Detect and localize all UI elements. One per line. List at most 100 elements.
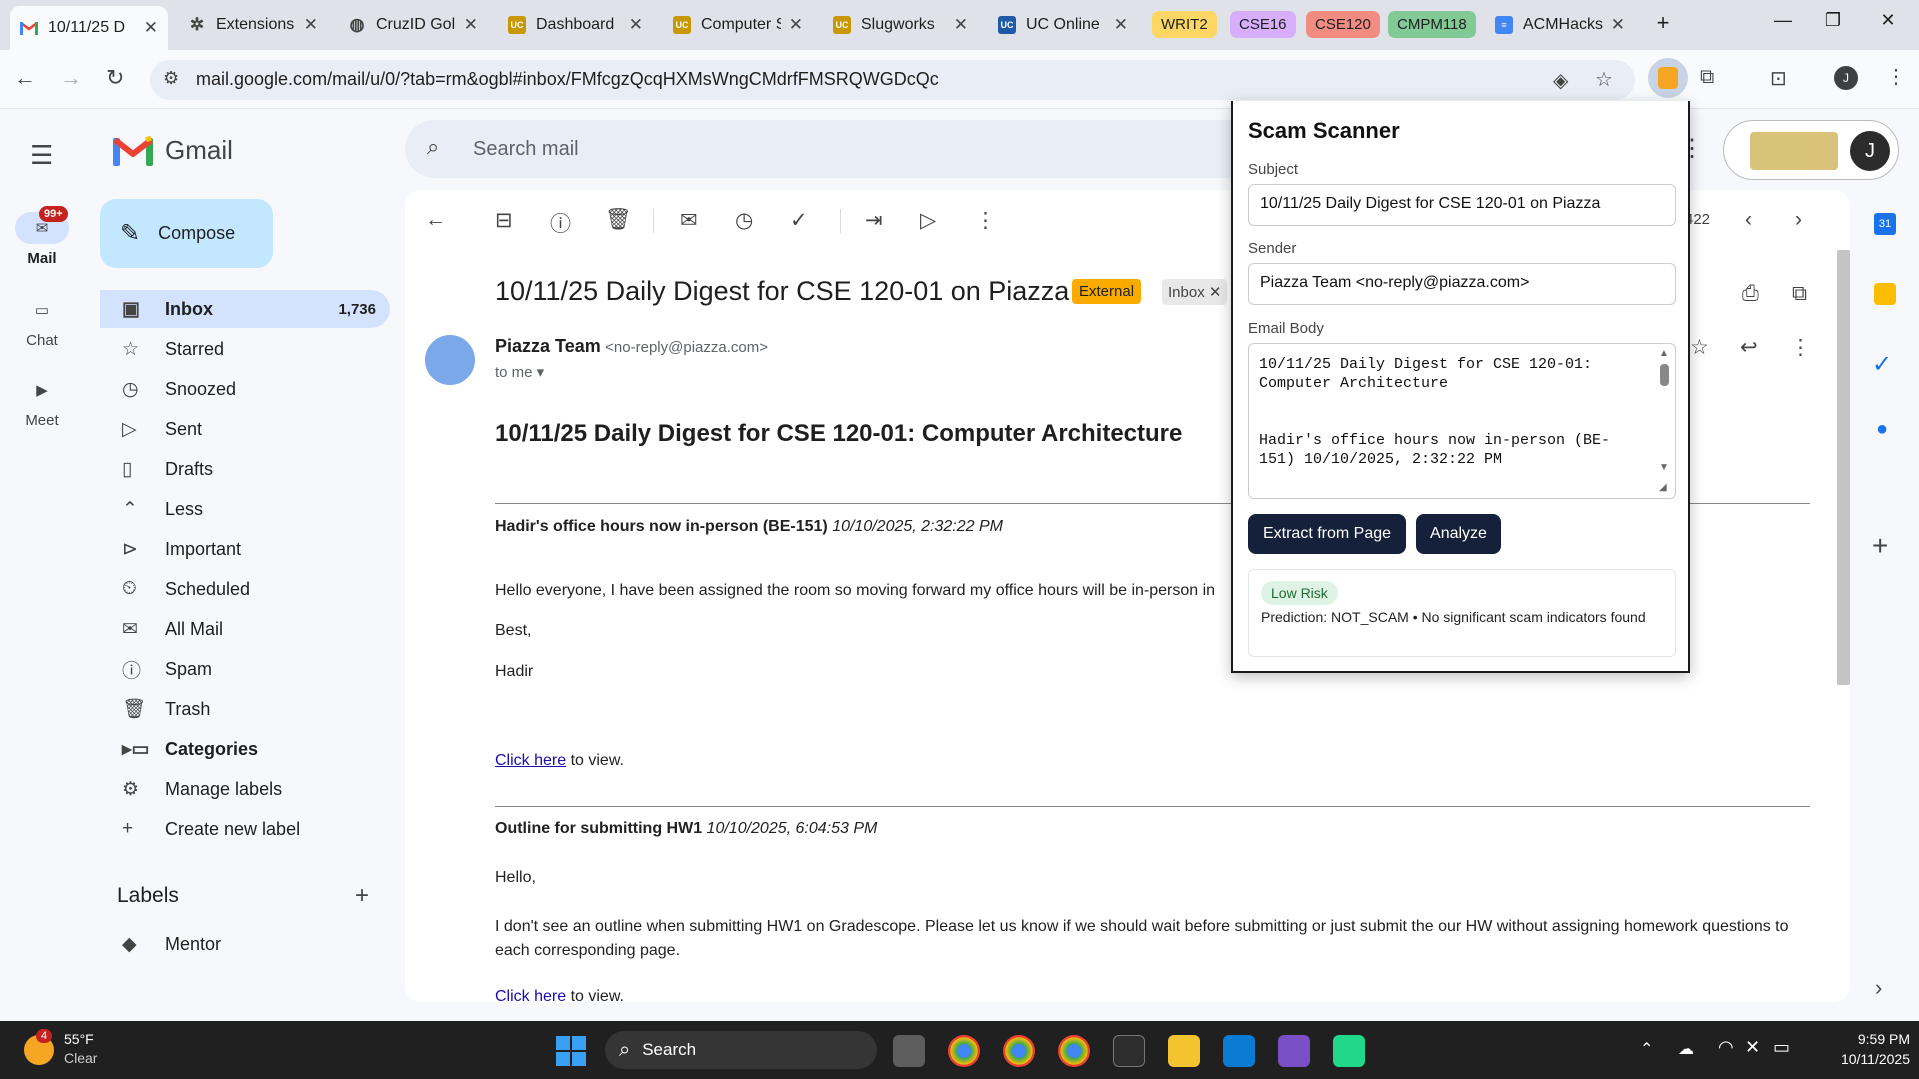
close-icon[interactable]: ✕ [1611, 15, 1625, 35]
minimize-icon[interactable]: — [1760, 10, 1806, 31]
cloud-icon[interactable]: ☁ [1678, 1039, 1694, 1059]
file-explorer-icon[interactable] [1168, 1035, 1200, 1067]
tab-acmhacks[interactable]: ≡ ACMHacks ✕ [1485, 7, 1635, 43]
extensions-puzzle-icon[interactable]: ⧉ [1700, 66, 1714, 89]
older-chevron-icon[interactable]: › [1795, 208, 1802, 232]
analyze-button[interactable]: Analyze [1416, 514, 1501, 554]
open-new-window-icon[interactable]: ⧉ [1792, 282, 1807, 306]
nav-inbox[interactable]: ▣ Inbox 1,736 [100, 290, 390, 328]
move-to-icon[interactable]: ⇥ [865, 208, 883, 233]
close-icon[interactable]: ✕ [954, 15, 968, 35]
bookmark-star-icon[interactable]: ☆ [1595, 67, 1613, 92]
close-icon[interactable]: ✕ [629, 15, 643, 35]
archive-icon[interactable]: ⊟ [495, 208, 513, 233]
nav-drafts[interactable]: ▯ Drafts [100, 450, 390, 488]
nav-starred[interactable]: ☆ Starred [100, 330, 390, 368]
more-icon[interactable]: ⋮ [1790, 335, 1811, 360]
subject-field[interactable]: 10/11/25 Daily Digest for CSE 120-01 on … [1248, 184, 1676, 226]
tab-extensions[interactable]: ✲ Extensions ✕ [178, 7, 328, 43]
rail-chat[interactable]: ▭ Chat [0, 294, 84, 349]
tab-group-cse16[interactable]: CSE16 [1230, 11, 1296, 38]
nav-create-label[interactable]: + Create new label [100, 810, 390, 848]
site-info-icon[interactable]: ⚙ [163, 68, 179, 89]
add-label-icon[interactable]: + [355, 882, 369, 910]
gmail-logo[interactable]: Gmail [113, 135, 233, 166]
tab-dashboard[interactable]: UC Dashboard ✕ [498, 7, 653, 43]
tab-uc-online[interactable]: UC UC Online ✕ [988, 7, 1138, 43]
body-textarea[interactable]: 10/11/25 Daily Digest for CSE 120-01: Co… [1248, 343, 1676, 499]
add-apps-icon[interactable]: + [1872, 530, 1888, 562]
taskbar-search[interactable]: ⌕ Search [605, 1031, 877, 1069]
chrome-profile-r-icon[interactable] [1058, 1035, 1090, 1067]
expand-panel-icon[interactable]: › [1875, 975, 1882, 1001]
rail-meet[interactable]: ▶ Meet [0, 374, 84, 429]
close-icon[interactable]: ✕ [1114, 15, 1128, 35]
print-icon[interactable]: ⎙ [1742, 282, 1759, 306]
account-chip[interactable]: J [1723, 120, 1899, 180]
terminal-icon[interactable] [1113, 1035, 1145, 1067]
recipient-line[interactable]: to me ▾ [495, 363, 544, 381]
compose-button[interactable]: ✎ Compose [100, 199, 273, 268]
restore-icon[interactable]: ❐ [1810, 10, 1856, 31]
clock-time[interactable]: 9:59 PM [1800, 1031, 1910, 1047]
chrome-profile-icon[interactable] [1003, 1035, 1035, 1067]
close-icon[interactable]: ✕ [789, 15, 803, 35]
account-avatar[interactable]: J [1850, 131, 1890, 171]
nav-sent[interactable]: ▷ Sent [100, 410, 390, 448]
scroll-up-icon[interactable]: ▲ [1659, 348, 1669, 359]
task-view-icon[interactable] [893, 1035, 925, 1067]
nav-all-mail[interactable]: ✉ All Mail [100, 610, 390, 648]
nav-spam[interactable]: ⓘ Spam [100, 650, 390, 688]
tab-cruzid[interactable]: ◍ CruzID Gol ✕ [338, 7, 488, 43]
back-icon[interactable]: ← [14, 65, 36, 91]
nav-less[interactable]: ⌃ Less [100, 490, 390, 528]
pycharm-icon[interactable] [1333, 1035, 1365, 1067]
tab-group-cse120[interactable]: CSE120 [1306, 11, 1380, 38]
calendar-icon[interactable]: 31 [1874, 213, 1896, 235]
new-tab-button[interactable]: + [1640, 10, 1686, 36]
snooze-icon[interactable]: ◷ [735, 208, 753, 233]
back-arrow-icon[interactable]: ← [425, 208, 446, 232]
close-icon[interactable]: ✕ [144, 18, 158, 38]
mute-icon[interactable]: ✕ [1745, 1037, 1760, 1058]
sender-field[interactable]: Piazza Team <no-reply@piazza.com> [1248, 263, 1676, 305]
url-text[interactable]: mail.google.com/mail/u/0/?tab=rm&ogbl#in… [196, 69, 939, 90]
mark-unread-icon[interactable]: ✉ [680, 208, 698, 233]
tab-group-cmpm118[interactable]: CMPM118 [1388, 11, 1476, 38]
scroll-down-icon[interactable]: ▼ [1659, 462, 1669, 473]
menu-dots-icon[interactable]: ⋮ [1886, 64, 1906, 89]
nav-scheduled[interactable]: ⏲ Scheduled [100, 570, 390, 608]
tray-chevron-icon[interactable]: ⌃ [1640, 1039, 1653, 1059]
tab-search-icon[interactable]: ⊡ [1770, 66, 1787, 91]
chrome-icon[interactable] [948, 1035, 980, 1067]
nav-snoozed[interactable]: ◷ Snoozed [100, 370, 390, 408]
inbox-tag[interactable]: Inbox ✕ [1162, 279, 1228, 305]
battery-icon[interactable]: ▭ [1773, 1037, 1790, 1058]
click-here-link[interactable]: Click here [495, 988, 566, 1002]
forward-icon[interactable]: → [60, 65, 82, 91]
extract-button[interactable]: Extract from Page [1248, 514, 1406, 554]
nav-manage-labels[interactable]: ⚙ Manage labels [100, 770, 390, 808]
star-icon[interactable]: ☆ [1690, 335, 1709, 360]
nav-important[interactable]: ⊳ Important [100, 530, 390, 568]
add-task-icon[interactable]: ✓ [790, 208, 808, 233]
tab-gmail[interactable]: 10/11/25 D ✕ [10, 6, 168, 50]
tab-computer-s[interactable]: UC Computer S ✕ [663, 7, 813, 43]
main-menu-icon[interactable]: ☰ [30, 140, 53, 171]
scrollbar[interactable] [1837, 250, 1850, 685]
label-mentor[interactable]: ◆ Mentor [100, 925, 390, 963]
newer-chevron-icon[interactable]: ‹ [1745, 208, 1752, 232]
clock-date[interactable]: 10/11/2025 [1800, 1051, 1910, 1067]
visual-studio-icon[interactable] [1278, 1035, 1310, 1067]
tab-group-writ2[interactable]: WRIT2 [1152, 11, 1217, 38]
nav-trash[interactable]: 🗑 Trash [100, 690, 390, 728]
profile-avatar[interactable]: J [1834, 66, 1858, 90]
click-here-link[interactable]: Click here [495, 752, 566, 769]
reply-icon[interactable]: ↩ [1740, 335, 1758, 360]
nav-categories[interactable]: ▸▭ Categories [100, 730, 390, 768]
more-icon[interactable]: ⋮ [975, 208, 996, 233]
close-icon[interactable]: ✕ [464, 15, 478, 35]
vscode-icon[interactable] [1223, 1035, 1255, 1067]
wifi-icon[interactable]: ◠ [1718, 1037, 1734, 1058]
tab-slugworks[interactable]: UC Slugworks ✕ [823, 7, 978, 43]
